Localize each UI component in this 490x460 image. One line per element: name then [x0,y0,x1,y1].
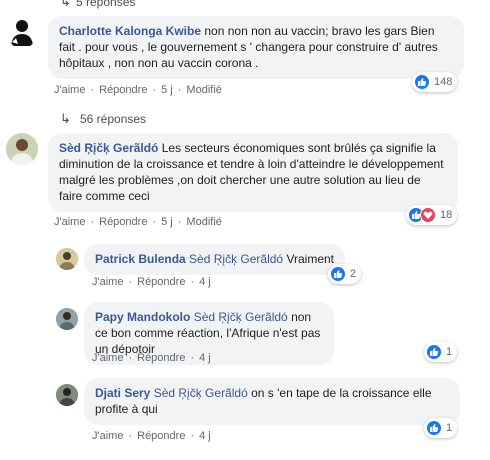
reaction-count: 148 [434,76,453,88]
reply-button[interactable]: Répondre [137,276,185,288]
comment-bubble: Sèd Ŗįčķ Gerãldó Les secteurs économique… [48,133,458,212]
avatar[interactable] [56,384,78,406]
like-reaction-icon [330,266,346,282]
edited-label[interactable]: Modifié [186,216,221,228]
like-reaction-icon [414,74,430,90]
reaction-count: 1 [446,422,453,434]
like-button[interactable]: J'aime [54,216,85,228]
reply-timestamp[interactable]: 4 j [199,430,211,442]
like-reaction-icon [426,420,442,436]
avatar[interactable] [56,308,78,330]
comment-author[interactable]: Sèd Ŗįčķ Gerãldó [59,141,158,155]
reply-button[interactable]: Répondre [99,84,147,96]
comment-timestamp[interactable]: 5 j [161,216,173,228]
reaction-count: 2 [350,268,357,280]
reply-arrow-icon: ↳ [60,111,71,126]
reaction-summary[interactable]: 1 [424,418,458,438]
mention-link[interactable]: Sèd Ŗįčķ Gerãldó [154,386,248,400]
reaction-summary[interactable]: 1 [424,342,458,362]
reply-timestamp[interactable]: 4 j [199,352,211,364]
mention-link[interactable]: Sèd Ŗįčķ Gerãldó [189,252,283,266]
reply-arrow-icon: ↳ [60,0,71,9]
reaction-count: 1 [446,346,453,358]
reply-text: Vraiment [286,252,335,266]
reaction-count: 18 [440,209,453,221]
like-reaction-icon [426,344,442,360]
reply-actions: J'aime · Répondre · 4 j [92,352,211,364]
like-button[interactable]: J'aime [92,276,123,288]
comment-actions: J'aime · Répondre · 5 j · Modifié [54,216,222,228]
reply-actions: J'aime · Répondre · 4 j [92,430,211,442]
comment-bubble: Charlotte Kalonga Kwibe non non non au v… [48,16,464,79]
reply-author[interactable]: Papy Mandokolo [95,310,190,324]
reply-button[interactable]: Répondre [99,216,147,228]
reaction-summary[interactable]: 148 [412,72,458,92]
reply-actions: J'aime · Répondre · 4 j [92,276,211,288]
reply-timestamp[interactable]: 4 j [199,276,211,288]
reply: Djati Sery Sèd Ŗįčķ Gerãldó on s 'en tap… [56,378,460,425]
comment: Charlotte Kalonga Kwibe non non non au v… [6,16,464,79]
edited-label[interactable]: Modifié [186,84,221,96]
reply-button[interactable]: Répondre [137,352,185,364]
comment-author[interactable]: Charlotte Kalonga Kwibe [59,24,201,38]
avatar[interactable] [56,248,78,270]
comment-timestamp[interactable]: 5 j [161,84,173,96]
reply-bubble: Patrick Bulenda Sèd Ŗįčķ Gerãldó Vraimen… [84,244,346,275]
love-reaction-icon [420,207,436,223]
reply-bubble: Djati Sery Sèd Ŗįčķ Gerãldó on s 'en tap… [84,378,460,425]
view-replies-link[interactable]: ↳ 5 réponses [60,0,135,10]
person-silhouette-icon [6,16,38,48]
avatar[interactable] [6,133,38,165]
profile-photo-icon [56,384,78,406]
reply-author[interactable]: Djati Sery [95,386,150,400]
reply-author[interactable]: Patrick Bulenda [95,252,186,266]
like-button[interactable]: J'aime [92,430,123,442]
reply-button[interactable]: Répondre [137,430,185,442]
profile-photo-icon [56,248,78,270]
comment-actions: J'aime · Répondre · 5 j · Modifié [54,84,222,96]
profile-photo-icon [6,133,38,165]
comment: Sèd Ŗįčķ Gerãldó Les secteurs économique… [6,133,458,212]
mention-link[interactable]: Sèd Ŗįčķ Gerãldó [194,310,288,324]
reaction-summary[interactable]: 18 [406,205,458,225]
like-button[interactable]: J'aime [92,352,123,364]
profile-photo-icon [56,308,78,330]
view-replies-link[interactable]: ↳ 56 réponses [60,111,146,127]
reply: Patrick Bulenda Sèd Ŗįčķ Gerãldó Vraimen… [56,244,346,275]
like-button[interactable]: J'aime [54,84,85,96]
avatar[interactable] [6,16,38,48]
reaction-summary[interactable]: 2 [328,264,362,284]
